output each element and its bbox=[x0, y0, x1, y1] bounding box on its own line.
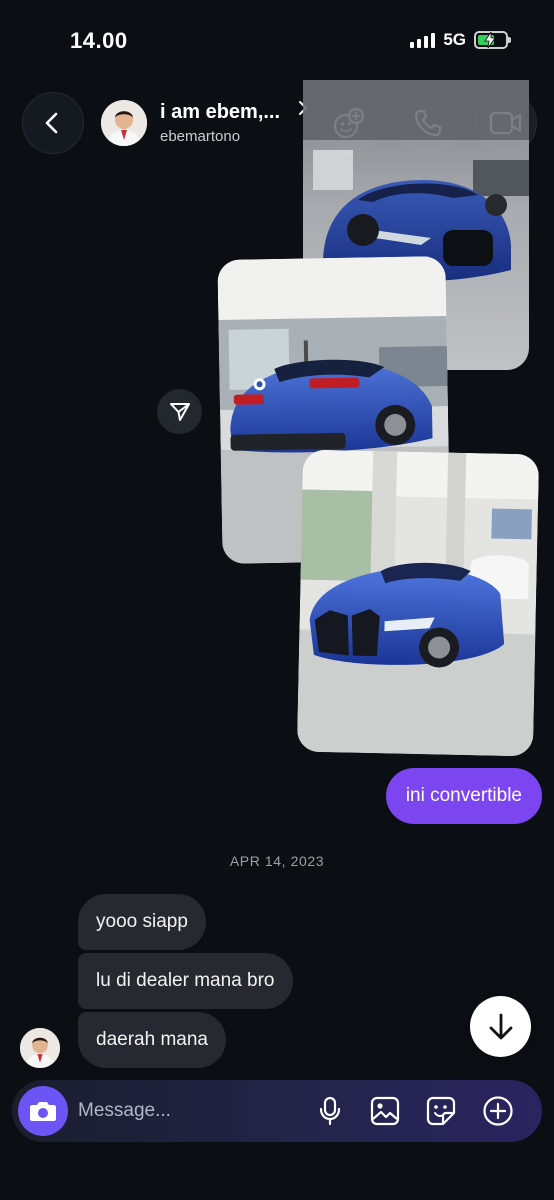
battery-icon bbox=[474, 31, 511, 49]
scroll-to-bottom-button[interactable] bbox=[470, 996, 531, 1057]
more-options-button[interactable] bbox=[480, 1093, 516, 1129]
share-button[interactable] bbox=[157, 389, 202, 434]
sticker-button[interactable] bbox=[423, 1093, 459, 1129]
arrow-down-icon bbox=[489, 1013, 512, 1039]
camera-icon bbox=[30, 1102, 56, 1121]
plus-circle-icon bbox=[483, 1096, 513, 1126]
header-avatar[interactable] bbox=[101, 100, 147, 146]
sent-message[interactable]: ini convertible bbox=[385, 768, 542, 824]
chat-username[interactable]: ebemartono bbox=[160, 128, 240, 145]
dm-screen: 14.00 5G i am ebem,... ebemartono ini co… bbox=[0, 0, 554, 1200]
back-button[interactable] bbox=[22, 92, 84, 154]
chat-title[interactable]: i am ebem,... bbox=[160, 101, 280, 124]
date-separator: APR 14, 2023 bbox=[229, 853, 325, 869]
send-arrow-icon bbox=[169, 402, 190, 421]
received-message[interactable]: lu di dealer mana bro bbox=[78, 953, 293, 1009]
network-type: 5G bbox=[443, 30, 466, 49]
status-time: 14.00 bbox=[70, 28, 128, 53]
microphone-button[interactable] bbox=[312, 1093, 348, 1129]
camera-button[interactable] bbox=[18, 1086, 68, 1136]
message-composer bbox=[12, 1080, 542, 1142]
microphone-icon bbox=[319, 1096, 341, 1126]
gallery-button[interactable] bbox=[367, 1093, 403, 1129]
message-input[interactable] bbox=[78, 1093, 298, 1129]
sender-avatar[interactable] bbox=[20, 1028, 60, 1068]
received-message[interactable]: daerah mana bbox=[78, 1012, 226, 1068]
sticker-icon bbox=[426, 1096, 456, 1126]
signal-icon bbox=[410, 32, 436, 48]
chevron-left-icon bbox=[45, 112, 58, 134]
gallery-icon bbox=[370, 1096, 400, 1126]
status-indicators: 5G bbox=[410, 30, 511, 50]
shared-photo[interactable] bbox=[296, 449, 540, 757]
received-message[interactable]: yooo siapp bbox=[78, 894, 206, 950]
